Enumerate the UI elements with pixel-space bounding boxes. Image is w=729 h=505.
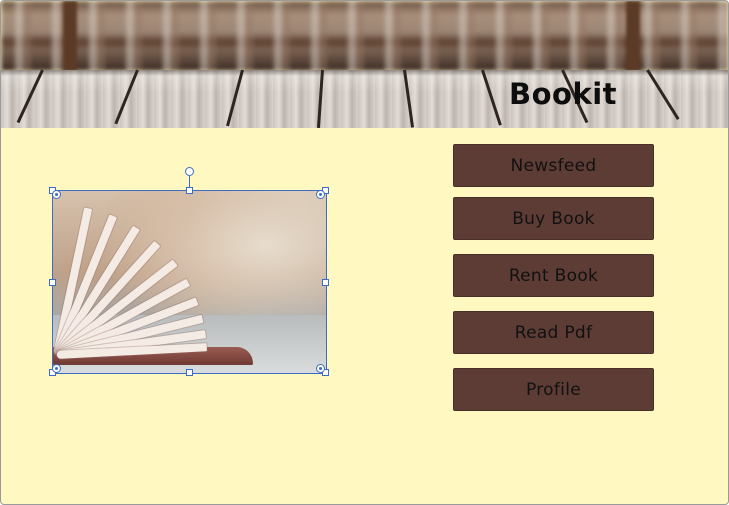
corner-adjust-handle[interactable]	[52, 364, 61, 373]
profile-button[interactable]: Profile	[453, 368, 654, 411]
bookshelf-background	[1, 1, 728, 71]
book-image[interactable]	[52, 190, 327, 374]
rent-book-button[interactable]: Rent Book	[453, 254, 654, 297]
rotate-handle[interactable]	[185, 167, 194, 176]
corner-adjust-handle[interactable]	[52, 190, 61, 199]
app-window: Bookit Newsfeed Buy Book Rent Book Read …	[0, 0, 729, 505]
resize-handle-top[interactable]	[186, 187, 193, 194]
shelf-post	[626, 1, 640, 71]
app-title: Bookit	[509, 77, 618, 111]
read-pdf-button[interactable]: Read Pdf	[453, 311, 654, 354]
resize-handle-bottom[interactable]	[186, 369, 193, 376]
corner-adjust-handle[interactable]	[316, 364, 325, 373]
resize-handle-left[interactable]	[49, 279, 56, 286]
resize-handle-right[interactable]	[322, 279, 329, 286]
header-banner: Bookit	[1, 1, 728, 128]
wooden-table	[1, 70, 728, 128]
newsfeed-button[interactable]: Newsfeed	[453, 144, 654, 187]
buy-book-button[interactable]: Buy Book	[453, 197, 654, 240]
corner-adjust-handle[interactable]	[316, 190, 325, 199]
table-edge-shadow	[1, 70, 728, 76]
shelf-post	[63, 1, 77, 71]
